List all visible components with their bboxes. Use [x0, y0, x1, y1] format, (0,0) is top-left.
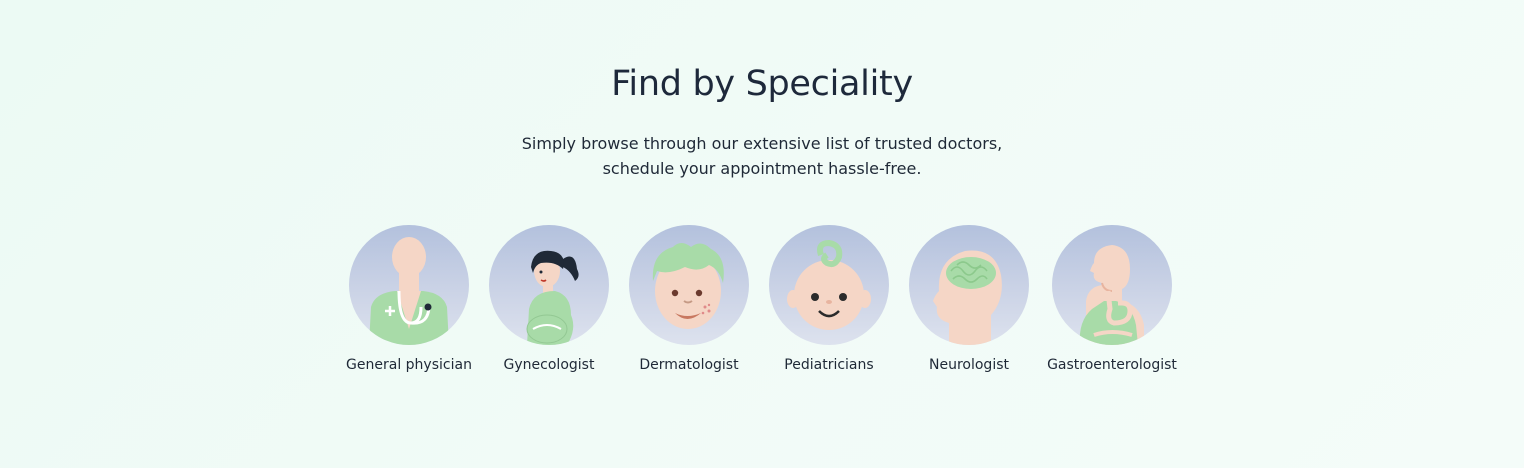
subtitle-line-2: schedule your appointment hassle-free.: [602, 159, 922, 178]
pediatricians-icon: [769, 225, 889, 345]
speciality-label: Neurologist: [929, 357, 1009, 373]
speciality-label: General physician: [346, 357, 472, 373]
neurologist-icon: [909, 225, 1029, 345]
speciality-label: Gynecologist: [503, 357, 595, 373]
speciality-label: Pediatricians: [784, 357, 874, 373]
speciality-label: Gastroenterologist: [1047, 357, 1177, 373]
dermatologist-icon: [629, 225, 749, 345]
section-title: Find by Speciality: [611, 64, 913, 104]
gynecologist-icon: [489, 225, 609, 345]
speciality-general-physician[interactable]: General physician: [334, 225, 484, 373]
speciality-gynecologist[interactable]: Gynecologist: [474, 225, 624, 373]
section-subtitle: Simply browse through our extensive list…: [462, 131, 1062, 181]
speciality-gastroenterologist[interactable]: Gastroenterologist: [1037, 225, 1187, 373]
speciality-list: General physician Gynecologist Dermatolo…: [0, 225, 1524, 385]
subtitle-line-1: Simply browse through our extensive list…: [521, 134, 1003, 153]
speciality-dermatologist[interactable]: Dermatologist: [614, 225, 764, 373]
gastroenterologist-icon: [1052, 225, 1172, 345]
speciality-neurologist[interactable]: Neurologist: [894, 225, 1044, 373]
speciality-pediatricians[interactable]: Pediatricians: [754, 225, 904, 373]
speciality-section: Find by Speciality Simply browse through…: [0, 0, 1524, 468]
general-physician-icon: [349, 225, 469, 345]
speciality-label: Dermatologist: [639, 357, 739, 373]
